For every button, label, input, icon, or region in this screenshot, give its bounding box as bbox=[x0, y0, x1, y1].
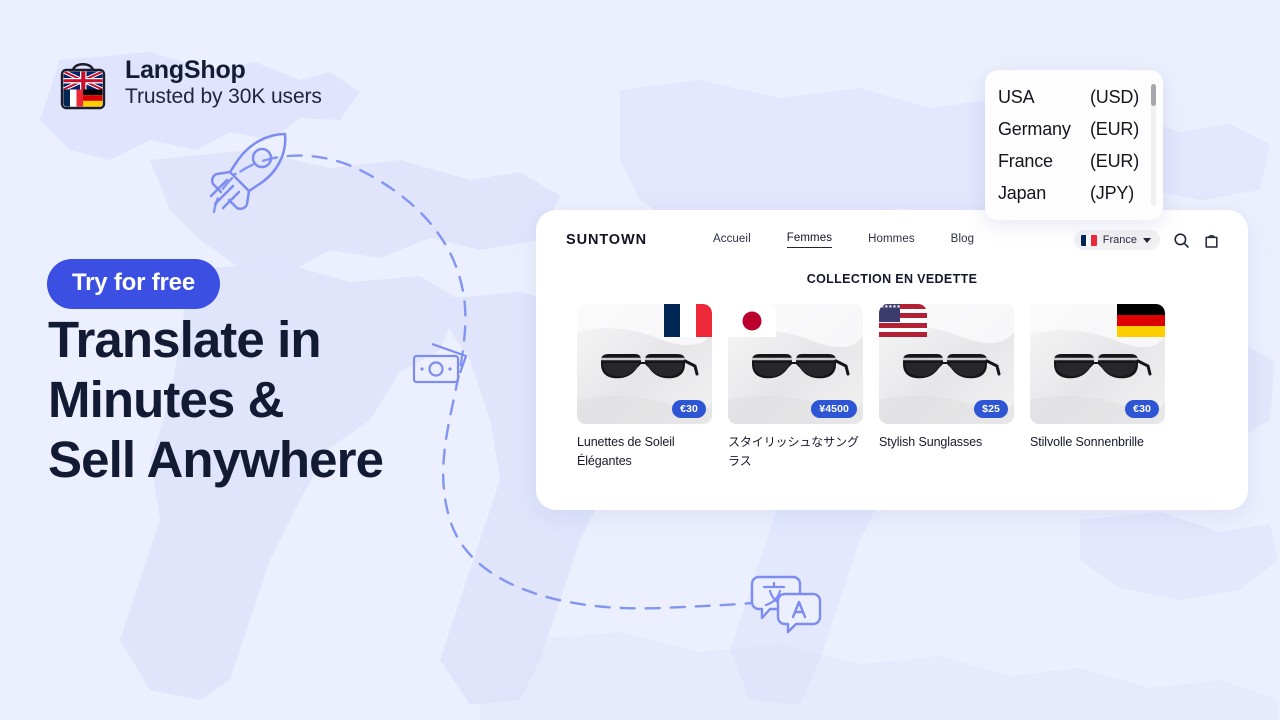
country-selector[interactable]: France bbox=[1073, 230, 1160, 250]
country-currency-row[interactable]: Japan (JPY) bbox=[985, 183, 1163, 215]
nav-link-blog[interactable]: Blog bbox=[951, 233, 974, 248]
nav-link-accueil[interactable]: Accueil bbox=[713, 233, 751, 248]
product-image: ¥4500 bbox=[728, 304, 863, 424]
product-name: Stilvolle Sonnenbrille bbox=[1030, 435, 1144, 449]
product-image: ★★★★★★★★★★★★★★★★★★★★ $25 bbox=[879, 304, 1014, 424]
product-grid: €30 Lunettes de Soleil Élégantes ¥4500 ス… bbox=[536, 286, 1248, 472]
store-nav-actions: France bbox=[1073, 230, 1220, 250]
brand-tagline: Trusted by 30K users bbox=[125, 85, 322, 109]
currency-label: (USD) bbox=[1090, 87, 1139, 107]
shopping-bag-flags-icon bbox=[57, 55, 109, 111]
product-name: スタイリッシュなサングラス bbox=[728, 435, 859, 468]
rocket-icon bbox=[205, 128, 293, 229]
fr-flag-icon bbox=[1080, 234, 1097, 246]
nav-link-femmes[interactable]: Femmes bbox=[786, 232, 833, 248]
hero-banner: LangShop Trusted by 30K users Try for fr… bbox=[0, 0, 1280, 720]
jp-flag-icon bbox=[728, 304, 776, 337]
collection-title: COLLECTION EN VEDETTE bbox=[806, 272, 978, 286]
shopping-bag-icon[interactable] bbox=[1203, 232, 1220, 249]
product-card[interactable]: €30 Lunettes de Soleil Élégantes bbox=[577, 304, 712, 472]
price-badge: €30 bbox=[1125, 400, 1159, 418]
fr-flag-icon bbox=[664, 304, 712, 337]
store-preview-card: SUNTOWN Accueil Femmes Hommes Blog Franc… bbox=[536, 210, 1248, 510]
nav-link-hommes[interactable]: Hommes bbox=[868, 233, 915, 248]
product-name: Lunettes de Soleil Élégantes bbox=[577, 435, 675, 469]
product-image: €30 bbox=[1030, 304, 1165, 424]
country-currency-row[interactable]: Germany (EUR) bbox=[985, 119, 1163, 151]
dropdown-scrollbar[interactable] bbox=[1151, 84, 1156, 206]
product-card[interactable]: ★★★★★★★★★★★★★★★★★★★★ $25 Stylish Sunglas… bbox=[879, 304, 1014, 472]
product-card[interactable]: €30 Stilvolle Sonnenbrille bbox=[1030, 304, 1165, 472]
country-label: France bbox=[998, 151, 1053, 171]
country-label: USA bbox=[998, 87, 1035, 107]
search-icon[interactable] bbox=[1173, 232, 1190, 249]
store-brand-logo: SUNTOWN bbox=[566, 232, 647, 248]
dropdown-scrollbar-thumb[interactable] bbox=[1151, 84, 1156, 106]
country-selector-label: France bbox=[1102, 234, 1137, 246]
currency-label: (JPY) bbox=[1090, 183, 1135, 203]
brand-lockup: LangShop Trusted by 30K users bbox=[57, 55, 322, 111]
product-card[interactable]: ¥4500 スタイリッシュなサングラス bbox=[728, 304, 863, 472]
brand-name: LangShop bbox=[125, 55, 246, 84]
de-flag-icon bbox=[1117, 304, 1165, 337]
country-currency-row[interactable]: USA (USD) bbox=[985, 87, 1163, 119]
country-currency-row[interactable]: France (EUR) bbox=[985, 151, 1163, 183]
money-banknotes-icon bbox=[410, 340, 470, 401]
store-nav-links: Accueil Femmes Hommes Blog bbox=[713, 232, 974, 248]
price-badge: $25 bbox=[974, 400, 1008, 418]
try-for-free-button[interactable]: Try for free bbox=[47, 259, 220, 309]
country-label: Japan bbox=[998, 183, 1047, 203]
product-name: Stylish Sunglasses bbox=[879, 435, 983, 449]
translate-speech-bubbles-icon bbox=[748, 572, 824, 639]
price-badge: €30 bbox=[672, 400, 706, 418]
country-currency-list: USA (USD) Germany (EUR) France (EUR) Jap… bbox=[985, 70, 1163, 215]
currency-label: (EUR) bbox=[1090, 119, 1139, 139]
chevron-down-icon bbox=[1143, 237, 1151, 243]
country-currency-dropdown[interactable]: USA (USD) Germany (EUR) France (EUR) Jap… bbox=[985, 70, 1163, 220]
currency-label: (EUR) bbox=[1090, 151, 1139, 171]
price-badge: ¥4500 bbox=[811, 400, 857, 418]
country-label: Germany bbox=[998, 119, 1071, 139]
product-image: €30 bbox=[577, 304, 712, 424]
us-flag-icon: ★★★★★★★★★★★★★★★★★★★★ bbox=[879, 304, 927, 337]
